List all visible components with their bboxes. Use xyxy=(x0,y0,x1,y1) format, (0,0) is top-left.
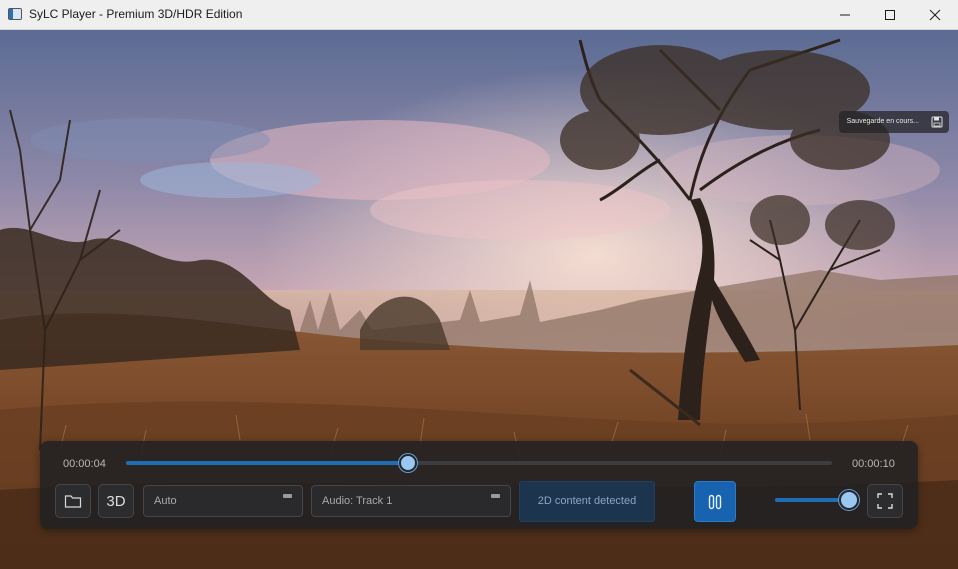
fullscreen-icon xyxy=(877,493,893,509)
close-button[interactable] xyxy=(912,0,958,30)
window-title: SyLC Player - Premium 3D/HDR Edition xyxy=(29,7,243,21)
player-window: SyLC Player - Premium 3D/HDR Edition Sau… xyxy=(0,0,958,569)
fullscreen-button[interactable] xyxy=(867,484,903,518)
controls-panel: 00:00:04 00:00:10 3D Auto Audio: Track 1… xyxy=(40,441,918,529)
seek-handle[interactable] xyxy=(399,454,418,472)
seek-bar[interactable] xyxy=(126,454,832,472)
seek-progress xyxy=(126,461,409,465)
app-icon xyxy=(8,8,22,20)
close-icon xyxy=(929,9,941,21)
volume-slider[interactable] xyxy=(775,490,859,510)
save-status-text: Sauvegarde en cours... xyxy=(846,118,919,125)
volume-handle[interactable] xyxy=(839,490,859,510)
maximize-button[interactable] xyxy=(867,0,913,30)
chevron-down-icon xyxy=(491,494,500,498)
mode-select-value: Auto xyxy=(154,495,177,507)
current-time: 00:00:04 xyxy=(63,458,106,470)
save-icon xyxy=(931,116,943,128)
minimize-icon xyxy=(840,14,850,16)
maximize-icon xyxy=(885,10,895,20)
folder-icon xyxy=(64,495,82,508)
volume-level xyxy=(775,498,849,502)
content-detection-status: 2D content detected xyxy=(519,481,655,522)
save-status-toast: Sauvegarde en cours... xyxy=(838,111,949,133)
mode-select[interactable]: Auto xyxy=(143,485,303,517)
title-bar[interactable]: SyLC Player - Premium 3D/HDR Edition xyxy=(0,0,958,30)
pause-button[interactable] xyxy=(694,481,736,522)
audio-select-value: Audio: Track 1 xyxy=(322,495,393,507)
pause-icon xyxy=(708,494,722,509)
audio-track-select[interactable]: Audio: Track 1 xyxy=(311,485,511,517)
minimize-button[interactable] xyxy=(822,0,868,30)
mode-3d-button[interactable]: 3D xyxy=(98,484,134,518)
total-time: 00:00:10 xyxy=(852,458,895,470)
chevron-down-icon xyxy=(283,494,292,498)
open-file-button[interactable] xyxy=(55,484,91,518)
